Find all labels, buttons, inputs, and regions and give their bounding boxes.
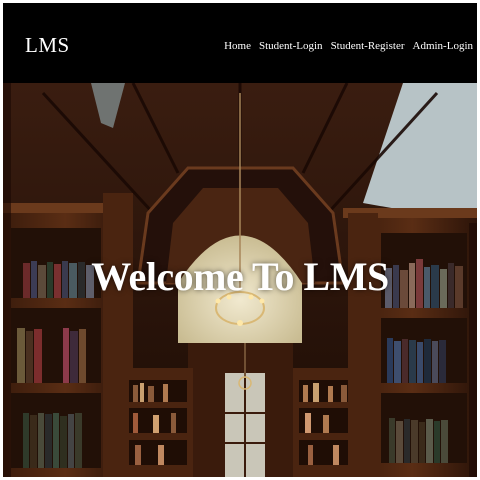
navbar: LMS Home Student-Login Student-Register … <box>3 3 477 83</box>
brand-logo[interactable]: LMS <box>25 33 70 58</box>
nav-link-student-register[interactable]: Student-Register <box>327 40 409 52</box>
nav-link-student-login[interactable]: Student-Login <box>255 40 327 52</box>
nav-link-home[interactable]: Home <box>220 40 255 52</box>
hero-headline: Welcome To LMS <box>91 254 389 299</box>
page-frame: LMS Home Student-Login Student-Register … <box>3 3 477 477</box>
nav-link-admin-login[interactable]: Admin-Login <box>409 40 478 52</box>
hero-banner: Welcome To LMS <box>3 83 477 477</box>
main-nav: Home Student-Login Student-Register Admi… <box>220 40 477 52</box>
